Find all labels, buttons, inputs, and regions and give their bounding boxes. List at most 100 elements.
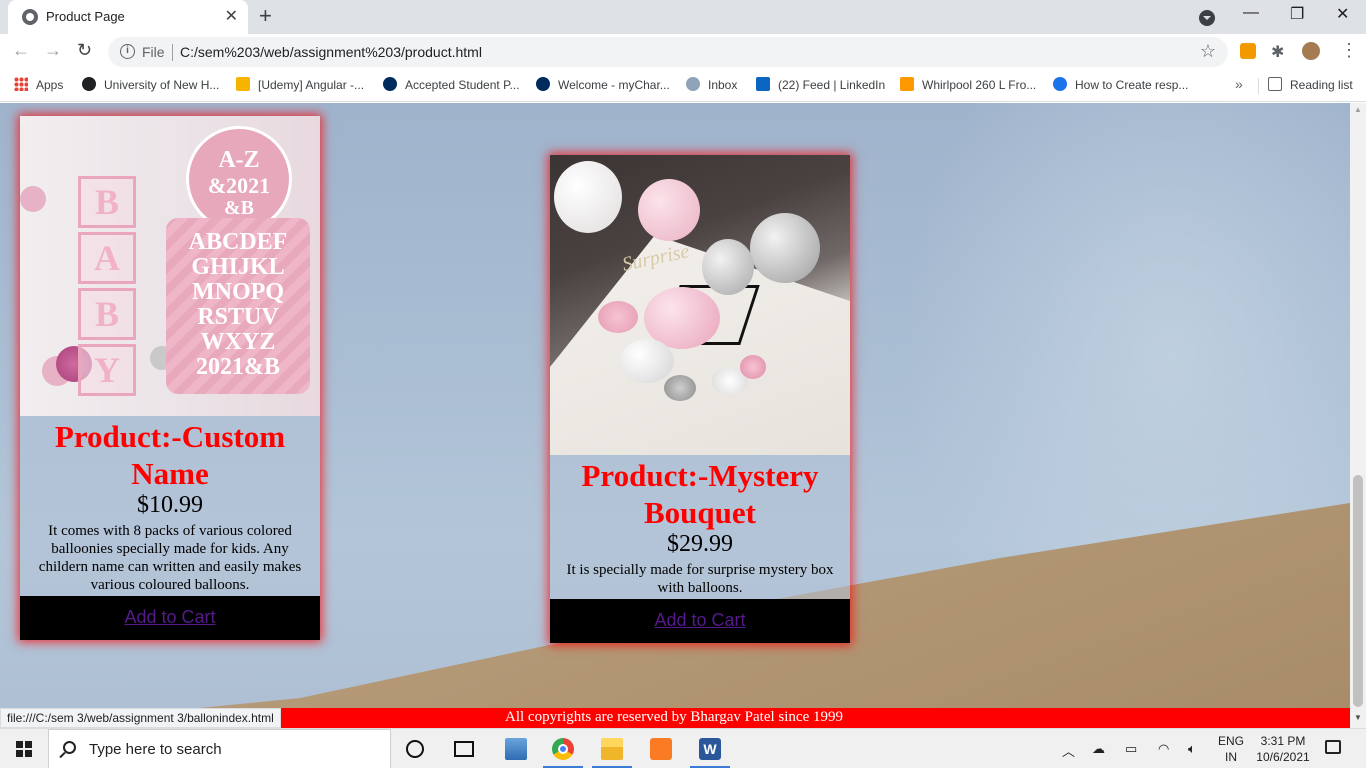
reading-list-button[interactable]: Reading list <box>1268 77 1353 92</box>
kebab-menu-icon[interactable]: ⋮ <box>1340 40 1358 61</box>
tab-close-icon[interactable]: ✕ <box>225 6 238 26</box>
product-price: $29.99 <box>667 531 733 557</box>
url-text[interactable]: C:/sem%203/web/assignment%203/product.ht… <box>180 44 482 60</box>
page-scrollbar[interactable]: ▲ ▼ <box>1350 103 1366 728</box>
clock-time: 3:31 PM <box>1260 734 1306 748</box>
task-view-icon[interactable] <box>454 741 474 757</box>
reading-list-icon <box>1268 77 1282 91</box>
clock-date: 10/6/2021 <box>1256 750 1310 764</box>
panel-line: 2021&B <box>196 354 280 380</box>
bonus-badge: A-Z &2021 &B <box>186 126 292 232</box>
onedrive-cloud-icon[interactable]: ☁ <box>1092 741 1105 757</box>
product-price: $10.99 <box>137 492 203 518</box>
chrome-icon[interactable] <box>552 738 574 760</box>
add-to-cart-link[interactable]: Add to Cart <box>20 596 320 640</box>
panel-line: MNOPQ <box>192 279 284 305</box>
address-bar[interactable]: i File C:/sem%203/web/assignment%203/pro… <box>108 37 1228 67</box>
amazon-icon <box>900 77 914 91</box>
panel-line: RSTUV <box>197 304 279 330</box>
cortana-icon[interactable] <box>406 740 424 758</box>
product-image: Surprise <box>550 155 850 455</box>
scheme-label: File <box>142 44 165 60</box>
bookmark-item[interactable]: Whirlpool 260 L Fro... <box>900 77 1036 92</box>
product-description: It comes with 8 packs of various colored… <box>38 523 302 593</box>
page-viewport: B A B Y A-Z &2021 &B ABCDEF GHIJKL MNOPQ… <box>0 103 1350 728</box>
bookmark-item[interactable]: Accepted Student P... <box>383 77 520 92</box>
site-info-icon[interactable]: i <box>120 44 135 59</box>
balloon <box>638 179 700 241</box>
bookmark-item[interactable]: Inbox <box>686 77 737 92</box>
notifications-icon[interactable] <box>1325 740 1341 754</box>
xampp-icon[interactable] <box>650 738 672 760</box>
balloon <box>20 186 46 212</box>
badge-text: &2021 <box>207 173 271 198</box>
volume-icon[interactable]: 🔈︎ <box>1188 741 1196 757</box>
new-tab-button[interactable]: + <box>259 3 272 29</box>
system-clock[interactable]: 3:31 PM 10/6/2021 <box>1255 733 1311 765</box>
show-hidden-icons-chevron-icon[interactable]: ︿ <box>1062 741 1075 760</box>
profile-avatar[interactable] <box>1302 42 1320 60</box>
product-card: B A B Y A-Z &2021 &B ABCDEF GHIJKL MNOPQ… <box>20 116 320 640</box>
product-title: Product:-Custom Name <box>54 419 286 491</box>
forward-button[interactable]: → <box>44 40 62 61</box>
scroll-up-arrow-icon[interactable]: ▲ <box>1354 105 1362 114</box>
bookmark-star-icon[interactable]: ☆ <box>1200 41 1216 62</box>
add-to-cart-link[interactable]: Add to Cart <box>550 599 850 643</box>
bookmark-item[interactable]: [Udemy] Angular -... <box>236 77 364 92</box>
close-window-button[interactable]: ✕ <box>1336 4 1349 24</box>
university-seal-icon <box>536 77 550 91</box>
bookmark-apps[interactable]: Apps <box>14 77 63 92</box>
battery-icon[interactable]: ▭ <box>1125 741 1137 757</box>
badge-text: &B <box>224 197 254 219</box>
bookmark-item[interactable]: How to Create resp... <box>1053 77 1188 92</box>
windows-start-icon[interactable] <box>16 741 32 757</box>
box-letter: A <box>78 232 136 284</box>
panel-line: ABCDEF <box>188 229 288 255</box>
minimize-button[interactable]: — <box>1243 4 1259 22</box>
linkedin-icon <box>756 77 770 91</box>
tab-search-icon[interactable] <box>1199 10 1215 26</box>
file-explorer-icon[interactable] <box>601 738 623 760</box>
address-separator <box>172 44 173 61</box>
site-icon <box>1053 77 1067 91</box>
product-card: Surprise Product:-Mystery Bouquet $29.99… <box>550 155 850 643</box>
scrollbar-thumb[interactable] <box>1353 475 1363 707</box>
tab-title: Product Page <box>46 9 125 24</box>
extension-icon[interactable] <box>1240 43 1256 59</box>
product-title: Product:-Mystery Bouquet <box>581 458 819 530</box>
panel-line: WXYZ <box>200 329 276 355</box>
browser-toolbar: ← → ↻ i File C:/sem%203/web/assignment%2… <box>0 34 1366 70</box>
more-bookmarks-chevron-icon[interactable]: » <box>1235 76 1243 92</box>
tab-product-page[interactable]: Product Page ✕ <box>8 0 248 34</box>
box-letter: B <box>78 176 136 228</box>
bookmark-item[interactable]: University of New H... <box>82 77 219 92</box>
box-letter: B <box>78 288 136 340</box>
region-code: IN <box>1225 750 1237 764</box>
mail-icon <box>686 77 700 91</box>
input-language[interactable]: ENG IN <box>1218 733 1244 765</box>
product-image: B A B Y A-Z &2021 &B ABCDEF GHIJKL MNOPQ… <box>20 116 320 416</box>
puzzle-extensions-icon[interactable]: ✱ <box>1271 42 1284 62</box>
apps-grid-icon <box>14 77 28 91</box>
udemy-icon <box>236 77 250 91</box>
browser-tab-strip: Product Page ✕ + — ❐ ✕ <box>0 0 1366 34</box>
desktop-app-icon[interactable] <box>505 738 527 760</box>
scroll-down-arrow-icon[interactable]: ▼ <box>1354 713 1362 722</box>
word-icon[interactable]: W <box>699 738 721 760</box>
maximize-button[interactable]: ❐ <box>1290 4 1304 24</box>
bookmark-item[interactable]: (22) Feed | LinkedIn <box>756 77 885 92</box>
balloon <box>664 375 696 401</box>
language-code: ENG <box>1218 734 1245 748</box>
bookmarks-divider <box>1258 78 1259 94</box>
university-seal-icon <box>383 77 397 91</box>
balloon <box>598 301 638 333</box>
back-button[interactable]: ← <box>12 40 30 61</box>
bookmark-item[interactable]: Welcome - myChar... <box>536 77 670 92</box>
bookmarks-bar: Apps University of New H... [Udemy] Angu… <box>0 70 1366 102</box>
reload-button[interactable]: ↻ <box>77 40 92 61</box>
wifi-icon[interactable]: ◠ <box>1158 741 1169 757</box>
panel-line: GHIJKL <box>191 254 285 280</box>
taskbar-search-box[interactable]: Type here to search <box>48 729 391 768</box>
box-letter: Y <box>78 344 136 396</box>
badge-text: A-Z <box>218 147 260 173</box>
